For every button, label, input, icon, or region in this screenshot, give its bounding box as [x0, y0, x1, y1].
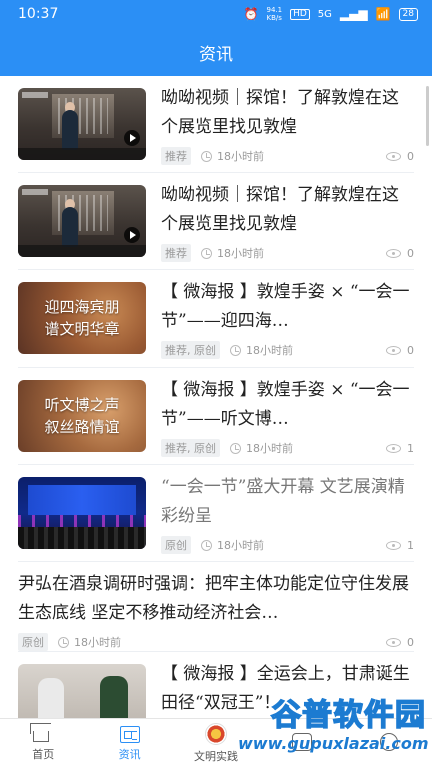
athletics-thumbnail	[18, 664, 146, 718]
tab-home[interactable]: 首页	[0, 719, 86, 768]
bottom-tab-bar: 首页 资讯 文明实践	[0, 718, 432, 768]
play-icon	[124, 130, 140, 146]
item-meta: 推荐, 原创 18小时前 1	[161, 439, 414, 457]
list-item[interactable]: 呦呦视频｜探馆！了解敦煌在这个展览里找见敦煌 推荐 18小时前 0	[18, 173, 414, 270]
wifi-icon: 📶	[375, 7, 391, 21]
page-header: 资讯	[0, 28, 432, 76]
item-views: 0	[407, 635, 414, 649]
list-item[interactable]: 尹弘在酒泉调研时强调：把牢主体功能定位守住发展生态底线 坚定不移推动经济社会… …	[18, 562, 414, 652]
item-title: “一会一节”盛大开幕 文艺展演精彩纷呈	[161, 477, 405, 526]
net-speed: 94.1 KB/s	[266, 6, 283, 22]
item-time: 18小时前	[246, 344, 293, 357]
item-tag: 原创	[161, 536, 191, 554]
status-icons: ⏰ 94.1 KB/s HD 5G ▂▄▆ 📶 28	[244, 6, 418, 22]
news-feed[interactable]: 呦呦视频｜探馆！了解敦煌在这个展览里找见敦煌 推荐 18小时前 0 呦呦视频｜探…	[0, 76, 432, 718]
eye-icon	[386, 345, 401, 355]
item-title: 【 微海报 】敦煌手姿 × “一会一节”——迎四海…	[161, 282, 410, 331]
item-tag: 推荐, 原创	[161, 341, 220, 359]
item-views: 0	[407, 246, 414, 260]
thumbnail-caption: 听文博之声 叙丝路情谊	[44, 396, 120, 436]
item-meta: 推荐, 原创 18小时前 0	[161, 341, 414, 359]
hd-icon: HD	[290, 8, 310, 20]
list-item[interactable]: 【 微海报 】全运会上，甘肃诞生田径“双冠王”！	[18, 652, 414, 718]
eye-icon	[386, 151, 401, 161]
item-views: 1	[407, 441, 414, 455]
tab-news[interactable]: 资讯	[86, 719, 172, 768]
page-title: 资讯	[199, 44, 233, 65]
clock-icon	[58, 636, 69, 648]
net-type: 5G	[317, 8, 332, 20]
civilization-icon	[205, 723, 228, 745]
clock-icon	[230, 442, 241, 454]
clock-icon	[201, 150, 212, 162]
tab-label: 资讯	[118, 747, 141, 761]
play-icon	[124, 227, 140, 243]
video-thumbnail	[18, 88, 146, 160]
item-views: 0	[407, 343, 414, 357]
alarm-icon: ⏰	[243, 7, 259, 21]
tab-civilization[interactable]: 文明实践	[173, 719, 259, 768]
item-meta: 原创 18小时前 1	[161, 536, 414, 554]
home-icon	[33, 731, 50, 742]
list-item[interactable]: “一会一节”盛大开幕 文艺展演精彩纷呈 原创 18小时前 1	[18, 465, 414, 562]
news-icon	[119, 725, 140, 743]
clock-icon	[201, 539, 212, 551]
eye-icon	[386, 443, 401, 453]
item-tag: 推荐	[161, 244, 191, 262]
item-time: 18小时前	[246, 442, 293, 455]
eye-icon	[386, 637, 401, 647]
tab-label: 首页	[32, 748, 55, 761]
item-views: 1	[407, 538, 414, 552]
poster-thumbnail: 迎四海宾朋 谱文明华章	[18, 282, 146, 354]
item-title: 呦呦视频｜探馆！了解敦煌在这个展览里找见敦煌	[161, 88, 399, 137]
item-meta: 原创 18小时前 0	[18, 633, 414, 651]
user-icon	[379, 733, 398, 751]
tab-square[interactable]	[259, 719, 345, 768]
item-time: 18小时前	[217, 539, 264, 552]
item-title: 尹弘在酒泉调研时强调：把牢主体功能定位守住发展生态底线 坚定不移推动经济社会…	[18, 574, 409, 623]
item-title: 呦呦视频｜探馆！了解敦煌在这个展览里找见敦煌	[161, 185, 399, 234]
item-time: 18小时前	[217, 150, 264, 163]
item-tag: 推荐	[161, 147, 191, 165]
eye-icon	[386, 248, 401, 258]
tab-user[interactable]	[346, 719, 432, 768]
item-meta: 推荐 18小时前 0	[161, 244, 414, 262]
clock-icon	[230, 344, 241, 356]
poster-thumbnail: 听文博之声 叙丝路情谊	[18, 380, 146, 452]
clock-icon	[201, 247, 212, 259]
item-meta: 推荐 18小时前 0	[161, 147, 414, 165]
battery-icon: 28	[398, 7, 418, 21]
square-icon	[292, 733, 313, 751]
signal-icon: ▂▄▆	[339, 7, 368, 21]
item-title: 【 微海报 】敦煌手姿 × “一会一节”——听文博…	[161, 380, 410, 429]
eye-icon	[386, 540, 401, 550]
status-bar: 10:37 ⏰ 94.1 KB/s HD 5G ▂▄▆ 📶 28	[0, 0, 432, 28]
tab-label: 文明实践	[194, 750, 239, 763]
item-tag: 原创	[18, 633, 48, 651]
video-thumbnail	[18, 185, 146, 257]
list-item[interactable]: 呦呦视频｜探馆！了解敦煌在这个展览里找见敦煌 推荐 18小时前 0	[18, 76, 414, 173]
item-time: 18小时前	[74, 636, 121, 649]
list-item[interactable]: 听文博之声 叙丝路情谊 【 微海报 】敦煌手姿 × “一会一节”——听文博… 推…	[18, 368, 414, 465]
status-time: 10:37	[18, 6, 59, 22]
item-tag: 推荐, 原创	[161, 439, 220, 457]
item-views: 0	[407, 149, 414, 163]
item-time: 18小时前	[217, 247, 264, 260]
thumbnail-caption: 迎四海宾朋 谱文明华章	[44, 298, 120, 338]
list-item[interactable]: 迎四海宾朋 谱文明华章 【 微海报 】敦煌手姿 × “一会一节”——迎四海… 推…	[18, 270, 414, 368]
scrollbar[interactable]	[426, 86, 429, 146]
stage-thumbnail	[18, 477, 146, 549]
item-title: 【 微海报 】全运会上，甘肃诞生田径“双冠王”！	[161, 664, 410, 713]
